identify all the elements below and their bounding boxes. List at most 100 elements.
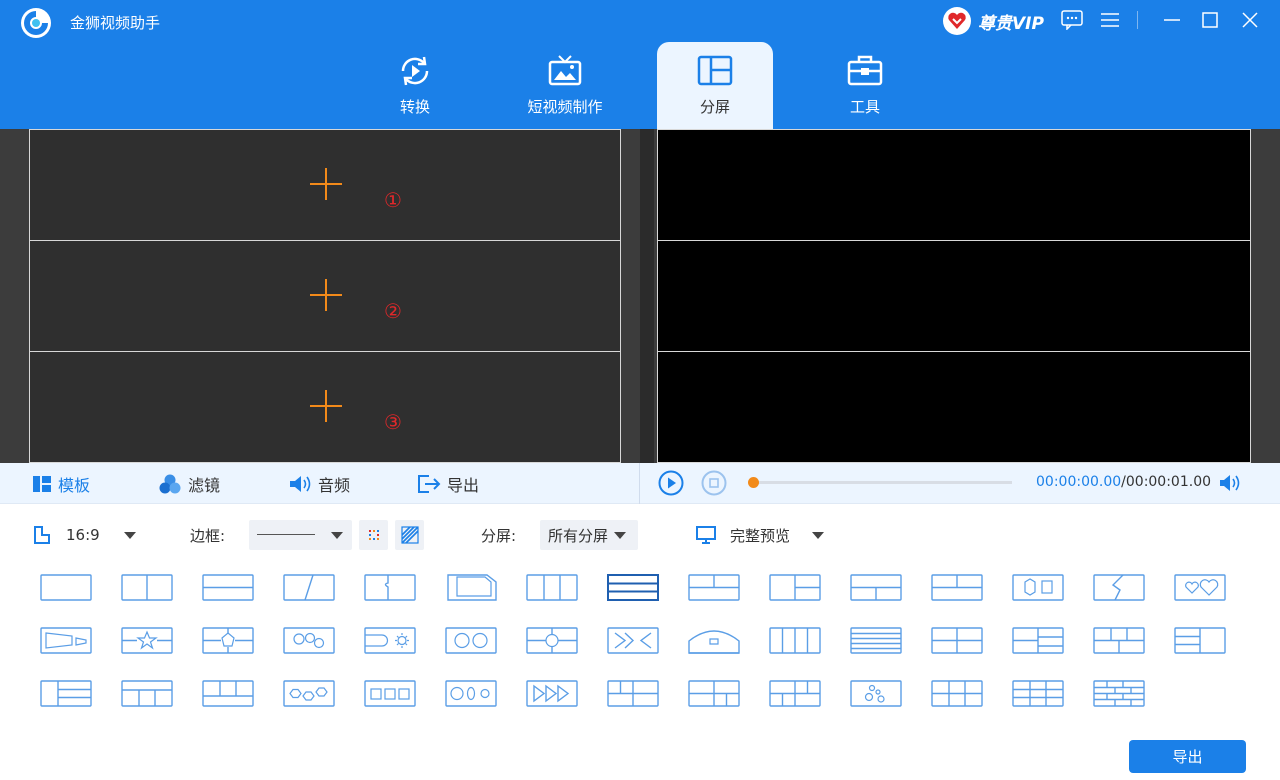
vip-label: 尊贵VIP xyxy=(978,13,1044,34)
template-1-8[interactable] xyxy=(607,574,659,601)
menu-button[interactable] xyxy=(1096,6,1124,34)
tab-tools[interactable]: 工具 xyxy=(807,42,923,129)
layout-thumbnail-icon xyxy=(931,627,983,654)
progress-knob[interactable] xyxy=(748,477,759,488)
border-style-select[interactable] xyxy=(249,520,352,550)
layout-thumbnail-icon xyxy=(445,680,497,707)
template-3-9[interactable] xyxy=(688,680,740,707)
layout-thumbnail-icon xyxy=(769,574,821,601)
strip-separator xyxy=(639,463,640,504)
template-1-15[interactable] xyxy=(1174,574,1226,601)
template-2-13[interactable] xyxy=(1012,627,1064,654)
monitor-icon xyxy=(696,526,716,544)
template-3-13[interactable] xyxy=(1012,680,1064,707)
template-3-5[interactable] xyxy=(364,680,416,707)
layout-thumbnail-icon xyxy=(283,627,335,654)
border-pattern-button[interactable] xyxy=(395,520,424,550)
tab-split-screen[interactable]: 分屏 xyxy=(657,42,773,129)
template-1-3[interactable] xyxy=(202,574,254,601)
layout-thumbnail-icon xyxy=(931,680,983,707)
template-2-6[interactable] xyxy=(445,627,497,654)
template-1-5[interactable] xyxy=(364,574,416,601)
close-icon xyxy=(1242,12,1258,28)
template-2-8[interactable] xyxy=(607,627,659,654)
template-2-14[interactable] xyxy=(1093,627,1145,654)
template-1-6[interactable] xyxy=(445,574,497,601)
filter-tab[interactable]: 滤镜 xyxy=(158,463,220,504)
layout-thumbnail-icon xyxy=(1012,680,1064,707)
template-3-6[interactable] xyxy=(445,680,497,707)
maximize-button[interactable] xyxy=(1196,6,1224,34)
convert-icon xyxy=(401,56,429,86)
template-3-10[interactable] xyxy=(769,680,821,707)
template-2-4[interactable] xyxy=(283,627,335,654)
stop-icon[interactable] xyxy=(701,470,727,496)
layout-thumbnail-icon xyxy=(283,680,335,707)
split-label: 分屏: xyxy=(481,520,516,550)
template-3-2[interactable] xyxy=(121,680,173,707)
edit-cell-3[interactable]: ③ xyxy=(29,351,621,463)
template-2-1[interactable] xyxy=(40,627,92,654)
speaker-icon xyxy=(290,475,311,492)
close-button[interactable] xyxy=(1236,6,1264,34)
edit-cell-2[interactable]: ② xyxy=(29,240,621,352)
template-1-9[interactable] xyxy=(688,574,740,601)
template-2-10[interactable] xyxy=(769,627,821,654)
cell-number: ① xyxy=(384,188,402,212)
template-1-10[interactable] xyxy=(769,574,821,601)
template-2-2[interactable] xyxy=(121,627,173,654)
volume-icon[interactable] xyxy=(1218,471,1242,495)
border-color-button[interactable] xyxy=(359,520,388,550)
play-icon[interactable] xyxy=(658,470,684,496)
add-media-icon[interactable] xyxy=(310,168,342,200)
template-2-15[interactable] xyxy=(1174,627,1226,654)
app-logo-icon xyxy=(21,8,51,38)
progress-bar[interactable] xyxy=(748,477,1012,488)
template-3-14[interactable] xyxy=(1093,680,1145,707)
template-1-13[interactable] xyxy=(1012,574,1064,601)
template-2-5[interactable] xyxy=(364,627,416,654)
chevron-down-icon xyxy=(614,531,627,539)
template-3-7[interactable] xyxy=(526,680,578,707)
preview-mode-select[interactable]: 完整预览 xyxy=(696,520,825,550)
template-2-12[interactable] xyxy=(931,627,983,654)
split-select[interactable]: 所有分屏 xyxy=(540,520,638,550)
template-3-3[interactable] xyxy=(202,680,254,707)
template-tab[interactable]: 模板 xyxy=(32,463,90,504)
tab-convert[interactable]: 转换 xyxy=(357,42,473,129)
template-label: 模板 xyxy=(58,475,91,495)
add-media-icon[interactable] xyxy=(310,279,342,311)
feedback-button[interactable] xyxy=(1058,6,1086,34)
template-3-4[interactable] xyxy=(283,680,335,707)
layout-thumbnail-icon xyxy=(202,680,254,707)
chat-icon xyxy=(1061,10,1083,30)
template-3-1[interactable] xyxy=(40,680,92,707)
template-1-12[interactable] xyxy=(931,574,983,601)
template-1-4[interactable] xyxy=(283,574,335,601)
template-2-11[interactable] xyxy=(850,627,902,654)
template-1-11[interactable] xyxy=(850,574,902,601)
template-2-7[interactable] xyxy=(526,627,578,654)
template-1-7[interactable] xyxy=(526,574,578,601)
export-tab[interactable]: 导出 xyxy=(417,463,479,504)
ratio-select[interactable]: 16:9 xyxy=(32,520,136,550)
edit-cell-1[interactable]: ① xyxy=(29,129,621,241)
template-3-8[interactable] xyxy=(607,680,659,707)
layout-thumbnail-icon xyxy=(1174,574,1226,601)
layout-thumbnail-icon xyxy=(850,574,902,601)
tab-short-video[interactable]: 短视频制作 xyxy=(507,42,623,129)
template-2-3[interactable] xyxy=(202,627,254,654)
template-2-9[interactable] xyxy=(688,627,740,654)
template-1-2[interactable] xyxy=(121,574,173,601)
layout-thumbnail-icon xyxy=(40,627,92,654)
template-3-12[interactable] xyxy=(931,680,983,707)
template-1-14[interactable] xyxy=(1093,574,1145,601)
template-3-11[interactable] xyxy=(850,680,902,707)
layout-thumbnail-icon xyxy=(202,574,254,601)
vip-badge[interactable]: 尊贵VIP xyxy=(942,6,1044,36)
audio-tab[interactable]: 音频 xyxy=(288,463,350,504)
minimize-button[interactable] xyxy=(1158,6,1186,34)
export-button[interactable]: 导出 xyxy=(1129,740,1246,773)
add-media-icon[interactable] xyxy=(310,390,342,422)
template-1-1[interactable] xyxy=(40,574,92,601)
